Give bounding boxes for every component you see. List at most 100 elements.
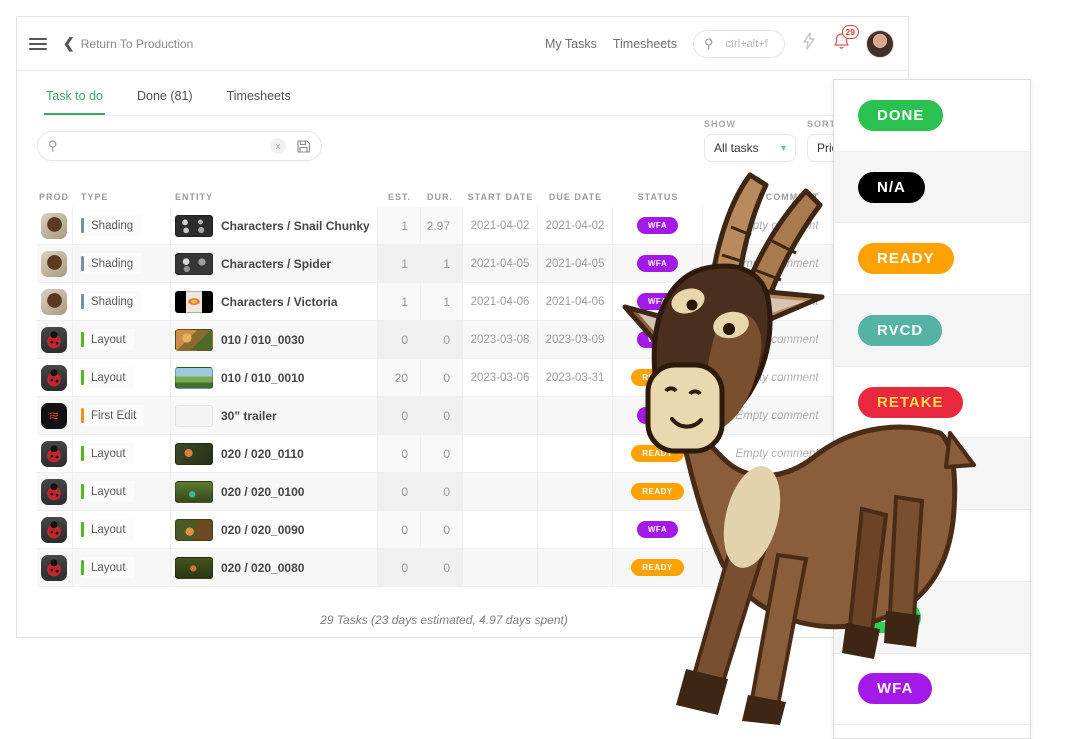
status-cell: READY	[613, 473, 703, 510]
avatar[interactable]	[866, 30, 894, 58]
status-cell: READY	[613, 435, 703, 472]
due-date-cell: 2023-03-09	[538, 321, 613, 358]
entity-cell[interactable]: 010 / 010_0010	[171, 359, 378, 396]
status-option-n-a[interactable]: N/A	[834, 152, 1030, 224]
entity-cell[interactable]: Characters / Spider	[171, 245, 378, 282]
production-icon[interactable]	[41, 213, 67, 239]
nav-my-tasks[interactable]: My Tasks	[545, 37, 597, 51]
show-filter: SHOW All tasks ▾	[704, 119, 796, 162]
table-row[interactable]: ShadingCharacters / Snail Chunky12.97202…	[37, 207, 851, 245]
table-row[interactable]: Layout010 / 010_0030002023-03-082023-03-…	[37, 321, 851, 359]
production-icon[interactable]	[41, 555, 67, 581]
status-option-ok[interactable]: OK	[834, 582, 1030, 654]
task-search-input[interactable]	[64, 139, 270, 153]
entity-name[interactable]: Characters / Spider	[221, 257, 331, 271]
table-row[interactable]: Layout010 / 010_00102002023-03-062023-03…	[37, 359, 851, 397]
production-icon[interactable]	[41, 251, 67, 277]
status-cell: WFA	[613, 511, 703, 548]
production-icon[interactable]	[41, 517, 67, 543]
table-row[interactable]: First Edit30" trailer00WFAEmpty comment	[37, 397, 851, 435]
production-icon[interactable]	[41, 479, 67, 505]
entity-name[interactable]: 020 / 020_0090	[221, 523, 304, 537]
notifications-button[interactable]: 29	[833, 32, 850, 55]
show-filter-select[interactable]: All tasks ▾	[704, 134, 796, 162]
entity-cell[interactable]: 020 / 020_0090	[171, 511, 378, 548]
status-option-rvcd[interactable]: RVCD	[834, 295, 1030, 367]
status-option-wfa[interactable]: WFA	[834, 654, 1030, 726]
entity-cell[interactable]: 30" trailer	[171, 397, 378, 434]
status-pill[interactable]: TODO	[858, 530, 943, 561]
status-cell: WFA	[613, 321, 703, 358]
tab-timesheets[interactable]: Timesheets	[225, 81, 293, 115]
entity-cell[interactable]: Characters / Victoria	[171, 283, 378, 320]
entity-cell[interactable]: 020 / 020_0100	[171, 473, 378, 510]
entity-cell[interactable]: 020 / 020_0110	[171, 435, 378, 472]
status-pill[interactable]: READY	[631, 445, 684, 462]
production-icon[interactable]	[41, 365, 67, 391]
entity-name[interactable]: 020 / 020_0080	[221, 561, 304, 575]
status-pill[interactable]: READY	[631, 369, 684, 386]
entity-cell[interactable]: 020 / 020_0080	[171, 549, 378, 586]
status-pill[interactable]: WFA	[637, 217, 678, 234]
table-row[interactable]: ShadingCharacters / Victoria112021-04-06…	[37, 283, 851, 321]
menu-icon[interactable]	[29, 35, 47, 53]
entity-name[interactable]: 010 / 010_0010	[221, 371, 304, 385]
status-pill[interactable]: WFA	[637, 293, 678, 310]
status-pill[interactable]: READY	[631, 559, 684, 576]
production-icon[interactable]	[41, 403, 67, 429]
clear-search-button[interactable]: x	[270, 138, 286, 154]
lightning-icon[interactable]	[801, 32, 817, 55]
tab-done[interactable]: Done (81)	[135, 81, 195, 115]
status-pill[interactable]: RVCD	[858, 315, 942, 346]
task-type-chip: Layout	[81, 367, 134, 388]
status-pill[interactable]: OK	[858, 602, 921, 633]
status-pill[interactable]: RETAKE	[858, 387, 963, 418]
entity-name[interactable]: 30" trailer	[221, 409, 277, 423]
table-row[interactable]: ShadingCharacters / Spider112021-04-0520…	[37, 245, 851, 283]
back-to-production-link[interactable]: ❮ Return To Production	[63, 35, 193, 52]
task-type-cell: Shading	[73, 245, 171, 282]
column-last-comment: LAST COMMENT	[703, 192, 851, 202]
status-pill[interactable]	[858, 467, 896, 481]
last-comment-cell: Empty comment	[703, 283, 851, 320]
status-option-retake[interactable]: RETAKE	[834, 367, 1030, 439]
table-row[interactable]: Layout020 / 020_008000READYEmpty comment	[37, 549, 851, 587]
task-type-chip: Shading	[81, 215, 141, 236]
due-date-cell	[538, 511, 613, 548]
entity-cell[interactable]: 010 / 010_0030	[171, 321, 378, 358]
status-pill[interactable]: WFA	[637, 407, 678, 424]
status-option-ready[interactable]: READY	[834, 223, 1030, 295]
table-row[interactable]: Layout020 / 020_010000READYEmpty comment	[37, 473, 851, 511]
duration-cell: 0	[421, 511, 463, 548]
table-row[interactable]: Layout020 / 020_009000WFAEmpty comment	[37, 511, 851, 549]
tab-task-to-do[interactable]: Task to do	[44, 81, 105, 115]
status-pill[interactable]: READY	[631, 483, 684, 500]
task-search-bar[interactable]: ⚲ x	[37, 131, 322, 161]
status-option-todo[interactable]: TODO	[834, 510, 1030, 582]
entity-cell[interactable]: Characters / Snail Chunky	[171, 207, 378, 244]
entity-name[interactable]: 020 / 020_0100	[221, 485, 304, 499]
table-row[interactable]: Layout020 / 020_011000READYEmpty comment	[37, 435, 851, 473]
global-search-input[interactable]: ⚲ ctrl+alt+f	[693, 30, 785, 58]
entity-name[interactable]: 010 / 010_0030	[221, 333, 304, 347]
status-pill[interactable]: N/A	[858, 172, 925, 203]
status-pill[interactable]: DONE	[858, 100, 943, 131]
start-date-cell	[463, 435, 538, 472]
nav-timesheets[interactable]: Timesheets	[613, 37, 677, 51]
save-search-icon[interactable]	[296, 139, 311, 154]
task-type-color-bar	[81, 560, 84, 575]
production-icon[interactable]	[41, 289, 67, 315]
production-icon[interactable]	[41, 441, 67, 467]
status-pill[interactable]: WFA	[637, 255, 678, 272]
status-pill[interactable]: WFA	[637, 521, 678, 538]
status-option-done[interactable]: DONE	[834, 80, 1030, 152]
status-pill[interactable]: READY	[858, 243, 954, 274]
entity-name[interactable]: Characters / Victoria	[221, 295, 338, 309]
status-option-hidden[interactable]	[834, 438, 1030, 510]
entity-name[interactable]: 020 / 020_0110	[221, 447, 304, 461]
production-icon[interactable]	[41, 327, 67, 353]
entity-name[interactable]: Characters / Snail Chunky	[221, 219, 370, 233]
status-pill[interactable]: WFA	[637, 331, 678, 348]
status-pill[interactable]: WFA	[858, 673, 932, 704]
start-date-cell: 2021-04-02	[463, 207, 538, 244]
